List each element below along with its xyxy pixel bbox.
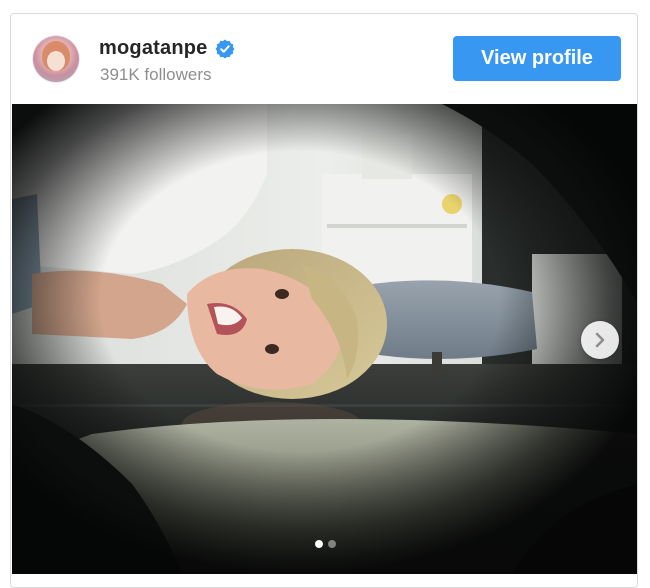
followers-count: 391K followers	[100, 65, 212, 84]
post-header: mogatanpe 391K followers View profile	[11, 14, 637, 104]
carousel-dot-1[interactable]	[314, 540, 323, 548]
carousel-indicator	[12, 540, 637, 548]
view-profile-button[interactable]: View profile	[453, 36, 621, 81]
verified-badge-icon	[215, 39, 235, 58]
post-photo	[12, 104, 637, 574]
instagram-embed-card: mogatanpe 391K followers View profile	[10, 13, 638, 588]
username-row: mogatanpe	[99, 37, 235, 60]
chevron-right-icon	[595, 332, 605, 348]
carousel-next-button[interactable]	[581, 321, 619, 359]
avatar[interactable]	[33, 36, 79, 82]
carousel-dot-2[interactable]	[327, 540, 336, 548]
username[interactable]: mogatanpe	[99, 37, 207, 60]
post-media[interactable]	[12, 104, 637, 574]
